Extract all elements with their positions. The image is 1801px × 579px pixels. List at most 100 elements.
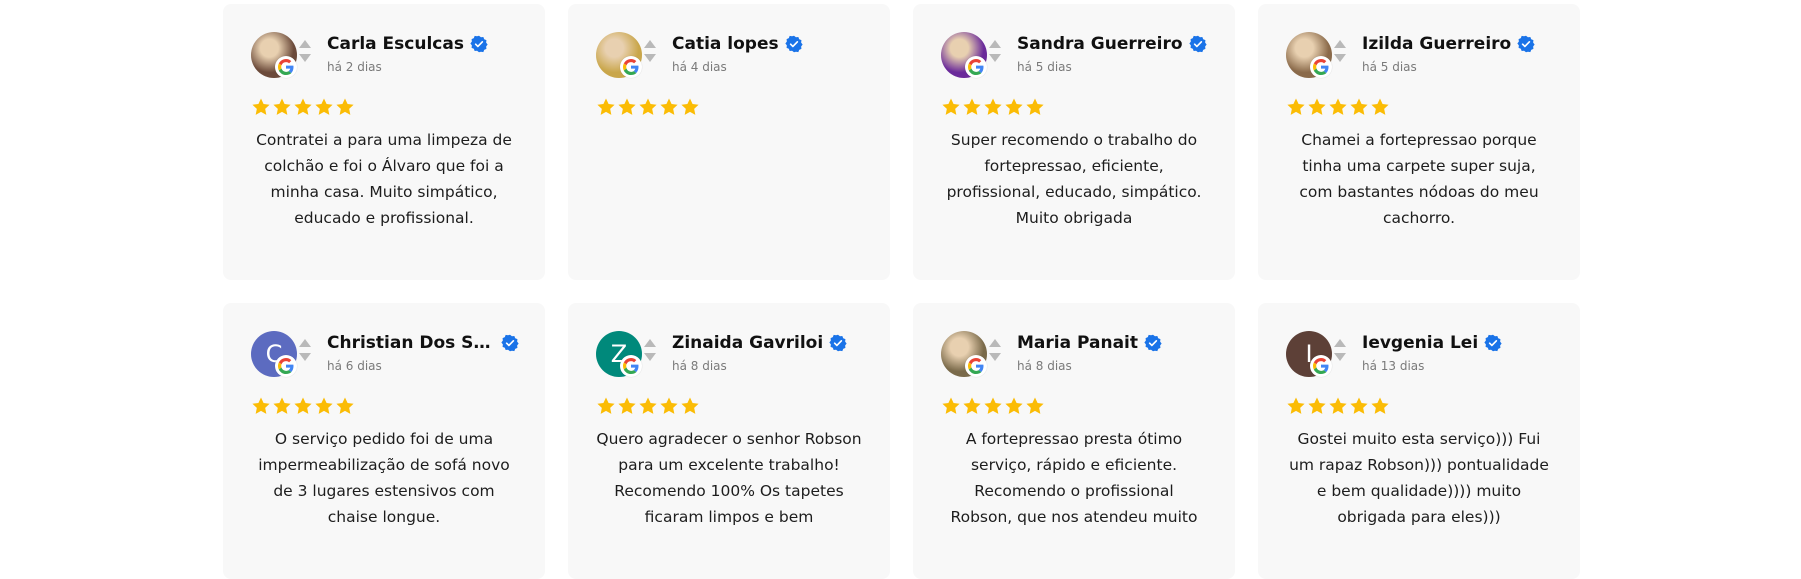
reviewer-name[interactable]: Catia lopes	[672, 34, 779, 54]
review-text: O serviço pedido foi de uma impermeabili…	[258, 430, 510, 526]
google-icon	[965, 56, 987, 78]
review-header: Carla Esculcas há 2 dias	[251, 4, 517, 82]
arrow-down-icon[interactable]	[644, 353, 656, 361]
arrow-up-icon[interactable]	[1334, 40, 1346, 48]
vote-arrows[interactable]	[1334, 40, 1346, 62]
review-card-8: I Ievgenia Lei há 13 dias Gostei muito e…	[1258, 303, 1580, 579]
star-icon	[1371, 397, 1389, 414]
reviewer-name[interactable]: Ievgenia Lei	[1362, 333, 1478, 353]
reviewer-name[interactable]: Sandra Guerreiro	[1017, 34, 1183, 54]
star-icon	[1005, 397, 1023, 414]
vote-arrows[interactable]	[989, 40, 1001, 62]
reviewer-name[interactable]: Maria Panait	[1017, 333, 1138, 353]
star-icon	[294, 98, 312, 115]
verified-badge-icon	[829, 334, 847, 352]
star-icon	[252, 397, 270, 414]
star-rating	[1286, 97, 1552, 119]
review-date: há 5 dias	[1017, 60, 1072, 74]
star-icon	[336, 397, 354, 414]
arrow-down-icon[interactable]	[1334, 54, 1346, 62]
review-card-3: Sandra Guerreiro há 5 dias Super recomen…	[913, 4, 1235, 280]
arrow-up-icon[interactable]	[644, 339, 656, 347]
arrow-up-icon[interactable]	[989, 40, 1001, 48]
arrow-up-icon[interactable]	[989, 339, 1001, 347]
vote-arrows[interactable]	[989, 339, 1001, 361]
star-icon	[273, 397, 291, 414]
review-header: C Christian Dos Sant...	[251, 303, 519, 381]
star-icon	[681, 98, 699, 115]
arrow-down-icon[interactable]	[299, 353, 311, 361]
star-icon	[597, 397, 615, 414]
review-text: Super recomendo o trabalho do fortepress…	[946, 131, 1202, 227]
star-icon	[984, 98, 1002, 115]
review-card-5: C Christian Dos Sant...	[223, 303, 545, 579]
arrow-up-icon[interactable]	[299, 40, 311, 48]
reviewer-name[interactable]: Izilda Guerreiro	[1362, 34, 1511, 54]
review-header: Catia lopes há 4 dias	[596, 4, 862, 82]
review-text: Gostei muito esta serviço))) Fui um rapa…	[1289, 430, 1549, 526]
star-icon	[618, 98, 636, 115]
star-rating	[596, 396, 862, 418]
verified-badge-icon	[1144, 334, 1162, 352]
star-icon	[273, 98, 291, 115]
google-icon	[1310, 355, 1332, 377]
google-icon	[620, 56, 642, 78]
google-icon	[1310, 56, 1332, 78]
arrow-down-icon[interactable]	[989, 54, 1001, 62]
review-text: Contratei a para uma limpeza de colchão …	[256, 131, 512, 227]
google-icon	[965, 355, 987, 377]
review-text: Quero agradecer o senhor Robson para um …	[596, 430, 862, 526]
review-text: Chamei a fortepressao porque tinha uma c…	[1299, 131, 1539, 227]
review-header: Izilda Guerreiro há 5 dias	[1286, 4, 1552, 82]
review-header: Sandra Guerreiro há 5 dias	[941, 4, 1207, 82]
reviewer-name[interactable]: Christian Dos Sant...	[327, 333, 495, 353]
star-rating	[941, 396, 1207, 418]
arrow-down-icon[interactable]	[989, 353, 1001, 361]
review-date: há 4 dias	[672, 60, 727, 74]
arrow-up-icon[interactable]	[1334, 339, 1346, 347]
star-icon	[942, 98, 960, 115]
review-date: há 5 dias	[1362, 60, 1417, 74]
star-icon	[984, 397, 1002, 414]
star-icon	[639, 98, 657, 115]
arrow-down-icon[interactable]	[1334, 353, 1346, 361]
arrow-down-icon[interactable]	[299, 54, 311, 62]
star-icon	[1350, 98, 1368, 115]
review-card-1: Carla Esculcas há 2 dias Contratei a par…	[223, 4, 545, 280]
star-rating	[1286, 396, 1552, 418]
vote-arrows[interactable]	[299, 339, 311, 361]
star-icon	[315, 397, 333, 414]
vote-arrows[interactable]	[1334, 339, 1346, 361]
review-date: há 13 dias	[1362, 359, 1425, 373]
review-header: Z Zinaida Gavriloi há 8 dias	[596, 303, 862, 381]
vote-arrows[interactable]	[644, 40, 656, 62]
arrow-down-icon[interactable]	[644, 54, 656, 62]
reviewer-name[interactable]: Zinaida Gavriloi	[672, 333, 823, 353]
star-icon	[963, 98, 981, 115]
google-icon	[275, 56, 297, 78]
review-header: I Ievgenia Lei há 13 dias	[1286, 303, 1552, 381]
star-icon	[639, 397, 657, 414]
star-icon	[1308, 98, 1326, 115]
reviews-grid: Carla Esculcas há 2 dias Contratei a par…	[223, 4, 1580, 579]
vote-arrows[interactable]	[299, 40, 311, 62]
vote-arrows[interactable]	[644, 339, 656, 361]
star-icon	[1329, 397, 1347, 414]
review-card-2: Catia lopes há 4 dias	[568, 4, 890, 280]
star-icon	[336, 98, 354, 115]
star-rating	[251, 97, 517, 119]
arrow-up-icon[interactable]	[644, 40, 656, 48]
verified-badge-icon	[470, 35, 488, 53]
star-icon	[942, 397, 960, 414]
arrow-up-icon[interactable]	[299, 339, 311, 347]
star-icon	[681, 397, 699, 414]
star-icon	[660, 397, 678, 414]
review-card-7: Maria Panait há 8 dias A fortepressao pr…	[913, 303, 1235, 579]
reviewer-name[interactable]: Carla Esculcas	[327, 34, 464, 54]
verified-badge-icon	[1517, 35, 1535, 53]
star-icon	[618, 397, 636, 414]
google-icon	[620, 355, 642, 377]
star-icon	[1287, 397, 1305, 414]
star-icon	[1287, 98, 1305, 115]
star-rating	[251, 396, 517, 418]
